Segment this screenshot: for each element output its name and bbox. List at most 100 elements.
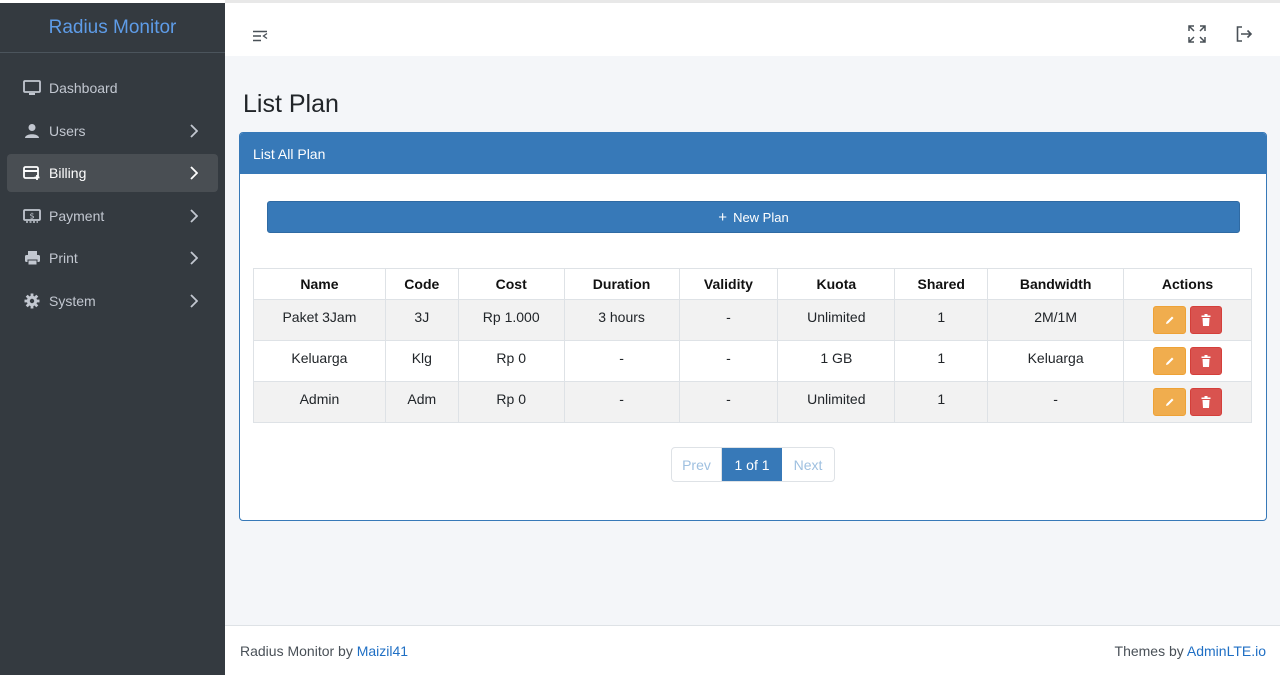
sidebar-item-label: System (49, 292, 96, 309)
pagination-prev[interactable]: Prev (672, 448, 722, 481)
cell-bandwidth: - (987, 381, 1125, 423)
column-header[interactable]: Duration (563, 268, 680, 300)
cell-kuota: Unlimited (777, 381, 896, 423)
cell-code: Adm (384, 381, 459, 423)
fullscreen-icon[interactable] (1186, 23, 1208, 45)
footer-credit-text: Radius Monitor by (240, 642, 357, 659)
column-header[interactable]: Code (384, 268, 459, 300)
sidebar-item-users[interactable]: Users (7, 112, 218, 150)
delete-button[interactable] (1190, 306, 1223, 334)
cell-cost: Rp 0 (457, 340, 565, 382)
trash-icon (1201, 355, 1211, 367)
footer-left: Radius Monitor by Maizil41 (240, 643, 408, 659)
chevron-right-icon (188, 251, 200, 265)
theme-link[interactable]: AdminLTE.io (1187, 643, 1266, 659)
content-wrapper: List Plan List All Plan + New Plan Name … (225, 56, 1280, 625)
cell-name: Keluarga (253, 340, 386, 382)
new-plan-button[interactable]: + New Plan (267, 201, 1240, 233)
sidebar-item-label: Dashboard (49, 80, 118, 96)
sidebar-item-print[interactable]: Print (7, 239, 218, 277)
sidebar-item-payment[interactable]: $ Payment (7, 197, 218, 235)
chevron-right-icon (188, 123, 200, 138)
cell-code: 3J (384, 299, 459, 341)
column-header[interactable]: Kuota (777, 268, 896, 300)
cell-actions (1123, 299, 1252, 341)
cell-kuota: Unlimited (777, 299, 896, 341)
sidebar: Radius Monitor Dashboard Users Billing $… (0, 0, 225, 675)
cell-bandwidth: Keluarga (987, 340, 1125, 382)
cell-shared: 1 (894, 340, 989, 382)
trash-icon (1201, 396, 1211, 408)
plus-icon: + (718, 208, 728, 226)
delete-button[interactable] (1190, 388, 1223, 416)
cell-name: Admin (253, 381, 386, 423)
cell-name: Paket 3Jam (253, 299, 386, 341)
sidebar-item-label: Billing (49, 165, 87, 181)
cell-duration: - (563, 340, 680, 382)
column-header[interactable]: Validity (678, 268, 779, 300)
table-row: Paket 3Jam 3J Rp 1.000 3 hours - Unlimit… (253, 299, 1252, 341)
sidebar-nav: Dashboard Users Billing $ Payment Print … (0, 53, 225, 320)
cell-actions (1123, 381, 1252, 423)
cell-shared: 1 (894, 381, 989, 423)
column-header: Actions (1123, 268, 1252, 300)
table-row: Keluarga Klg Rp 0 - - 1 GB 1 Keluarga (253, 340, 1252, 382)
monitor-icon (22, 78, 42, 98)
cell-validity: - (678, 299, 779, 341)
delete-button[interactable] (1190, 347, 1223, 375)
footer-right: Themes by AdminLTE.io (1115, 643, 1266, 659)
cell-kuota: 1 GB (777, 340, 896, 382)
svg-text:$: $ (29, 211, 34, 220)
chevron-right-icon (188, 293, 200, 308)
pagination: Prev 1 of 1 Next (671, 447, 835, 482)
table-header-row: Name Code Cost Duration Validity Kuota S… (253, 268, 1252, 300)
billing-card-icon (22, 163, 42, 183)
cell-duration: - (563, 381, 680, 423)
pencil-icon (1165, 398, 1174, 406)
table-row: Admin Adm Rp 0 - - Unlimited 1 - (253, 381, 1252, 423)
sidebar-item-label: Users (49, 122, 86, 139)
author-link[interactable]: Maizil41 (357, 643, 408, 659)
sidebar-item-system[interactable]: System (7, 282, 218, 320)
sidebar-item-billing[interactable]: Billing (7, 154, 218, 192)
pagination-current[interactable]: 1 of 1 (722, 448, 782, 481)
column-header[interactable]: Shared (894, 268, 989, 300)
cell-actions (1123, 340, 1252, 382)
brand-title[interactable]: Radius Monitor (49, 17, 177, 39)
trash-icon (1201, 314, 1211, 326)
card-header: List All Plan (240, 133, 1266, 174)
sidebar-item-label: Payment (49, 207, 105, 224)
plans-table: Name Code Cost Duration Validity Kuota S… (253, 268, 1252, 423)
top-navbar (225, 0, 1280, 56)
footer: Radius Monitor by Maizil41 Themes by Adm… (225, 625, 1280, 675)
chevron-right-icon (188, 208, 200, 223)
pencil-icon (1165, 357, 1174, 365)
sidebar-toggle-icon[interactable] (249, 25, 271, 47)
user-icon (22, 121, 42, 141)
printer-icon (22, 248, 42, 268)
plan-list-card: List All Plan + New Plan Name Code Cost … (239, 132, 1267, 521)
column-header[interactable]: Name (253, 268, 386, 300)
cell-code: Klg (384, 340, 459, 382)
cell-cost: Rp 0 (457, 381, 565, 423)
footer-theme-text: Themes by (1114, 642, 1187, 659)
brand[interactable]: Radius Monitor (0, 3, 225, 53)
cell-validity: - (678, 340, 779, 382)
pencil-icon (1165, 316, 1174, 324)
logout-icon[interactable] (1233, 23, 1255, 45)
cell-validity: - (678, 381, 779, 423)
edit-button[interactable] (1153, 306, 1187, 334)
gear-icon (22, 291, 42, 311)
column-header[interactable]: Bandwidth (987, 268, 1125, 300)
cell-duration: 3 hours (563, 299, 680, 341)
chevron-right-icon (188, 166, 200, 180)
sidebar-item-dashboard[interactable]: Dashboard (7, 69, 218, 107)
new-plan-label: New Plan (733, 209, 789, 225)
edit-button[interactable] (1153, 347, 1187, 375)
edit-button[interactable] (1153, 388, 1187, 416)
sidebar-item-label: Print (49, 250, 78, 266)
cell-cost: Rp 1.000 (457, 299, 565, 341)
pagination-next[interactable]: Next (782, 448, 834, 481)
column-header[interactable]: Cost (457, 268, 565, 300)
page-title: List Plan (243, 90, 339, 118)
